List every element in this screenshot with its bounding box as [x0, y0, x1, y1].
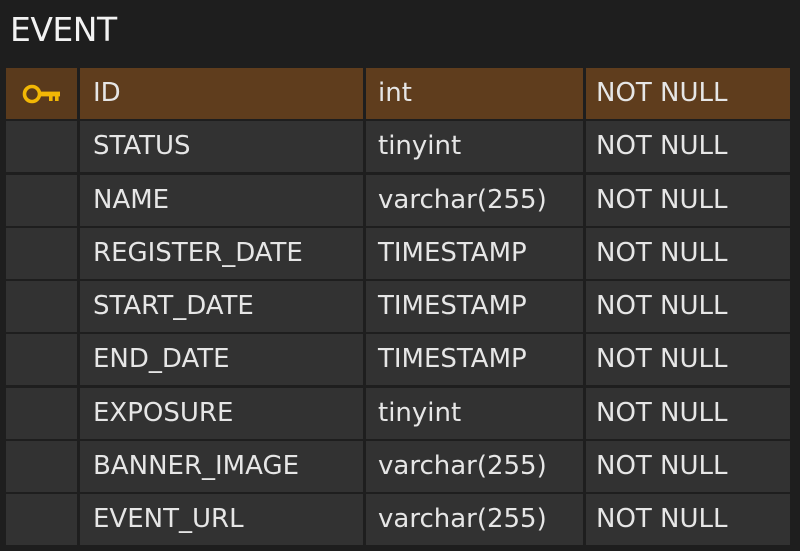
column-name: STATUS [80, 121, 366, 173]
table-row[interactable]: NAME varchar(255) NOT NULL [6, 174, 790, 226]
column-name: BANNER_IMAGE [80, 441, 366, 493]
column-name: EXPOSURE [80, 387, 366, 439]
key-cell [6, 494, 80, 546]
key-cell [6, 227, 80, 279]
column-nullability: NOT NULL [586, 494, 790, 546]
column-name: END_DATE [80, 334, 366, 386]
key-icon [6, 68, 80, 119]
table-row[interactable]: START_DATE TIMESTAMP NOT NULL [6, 281, 790, 333]
key-cell [6, 281, 80, 333]
column-type: varchar(255) [366, 441, 586, 493]
column-type: tinyint [366, 121, 586, 173]
column-type: int [366, 68, 586, 119]
key-cell [6, 121, 80, 173]
column-name: NAME [80, 174, 366, 226]
column-nullability: NOT NULL [586, 174, 790, 226]
column-type: varchar(255) [366, 494, 586, 546]
column-nullability: NOT NULL [586, 68, 790, 119]
column-type: TIMESTAMP [366, 334, 586, 386]
column-type: TIMESTAMP [366, 227, 586, 279]
column-name: START_DATE [80, 281, 366, 333]
table-row[interactable]: ID int NOT NULL [6, 68, 790, 119]
column-nullability: NOT NULL [586, 121, 790, 173]
column-table: ID int NOT NULL STATUS tinyint NOT NULL … [6, 68, 790, 548]
key-cell [6, 174, 80, 226]
column-type: varchar(255) [366, 174, 586, 226]
column-nullability: NOT NULL [586, 281, 790, 333]
column-nullability: NOT NULL [586, 227, 790, 279]
table-row[interactable]: END_DATE TIMESTAMP NOT NULL [6, 334, 790, 386]
column-name: REGISTER_DATE [80, 227, 366, 279]
table-row[interactable]: EVENT_URL varchar(255) NOT NULL [6, 494, 790, 546]
table-row[interactable]: EXPOSURE tinyint NOT NULL [6, 387, 790, 439]
column-name: EVENT_URL [80, 494, 366, 546]
column-nullability: NOT NULL [586, 334, 790, 386]
table-row[interactable]: STATUS tinyint NOT NULL [6, 121, 790, 173]
table-row[interactable]: REGISTER_DATE TIMESTAMP NOT NULL [6, 227, 790, 279]
column-type: TIMESTAMP [366, 281, 586, 333]
entity-title: EVENT [10, 10, 117, 49]
key-cell [6, 387, 80, 439]
key-cell [6, 334, 80, 386]
entity-event[interactable]: EVENT ID int NOT NULL STATUS tinyint NOT… [0, 0, 800, 551]
table-row[interactable]: BANNER_IMAGE varchar(255) NOT NULL [6, 441, 790, 493]
column-nullability: NOT NULL [586, 387, 790, 439]
column-name: ID [80, 68, 366, 119]
column-nullability: NOT NULL [586, 441, 790, 493]
column-type: tinyint [366, 387, 586, 439]
key-cell [6, 441, 80, 493]
